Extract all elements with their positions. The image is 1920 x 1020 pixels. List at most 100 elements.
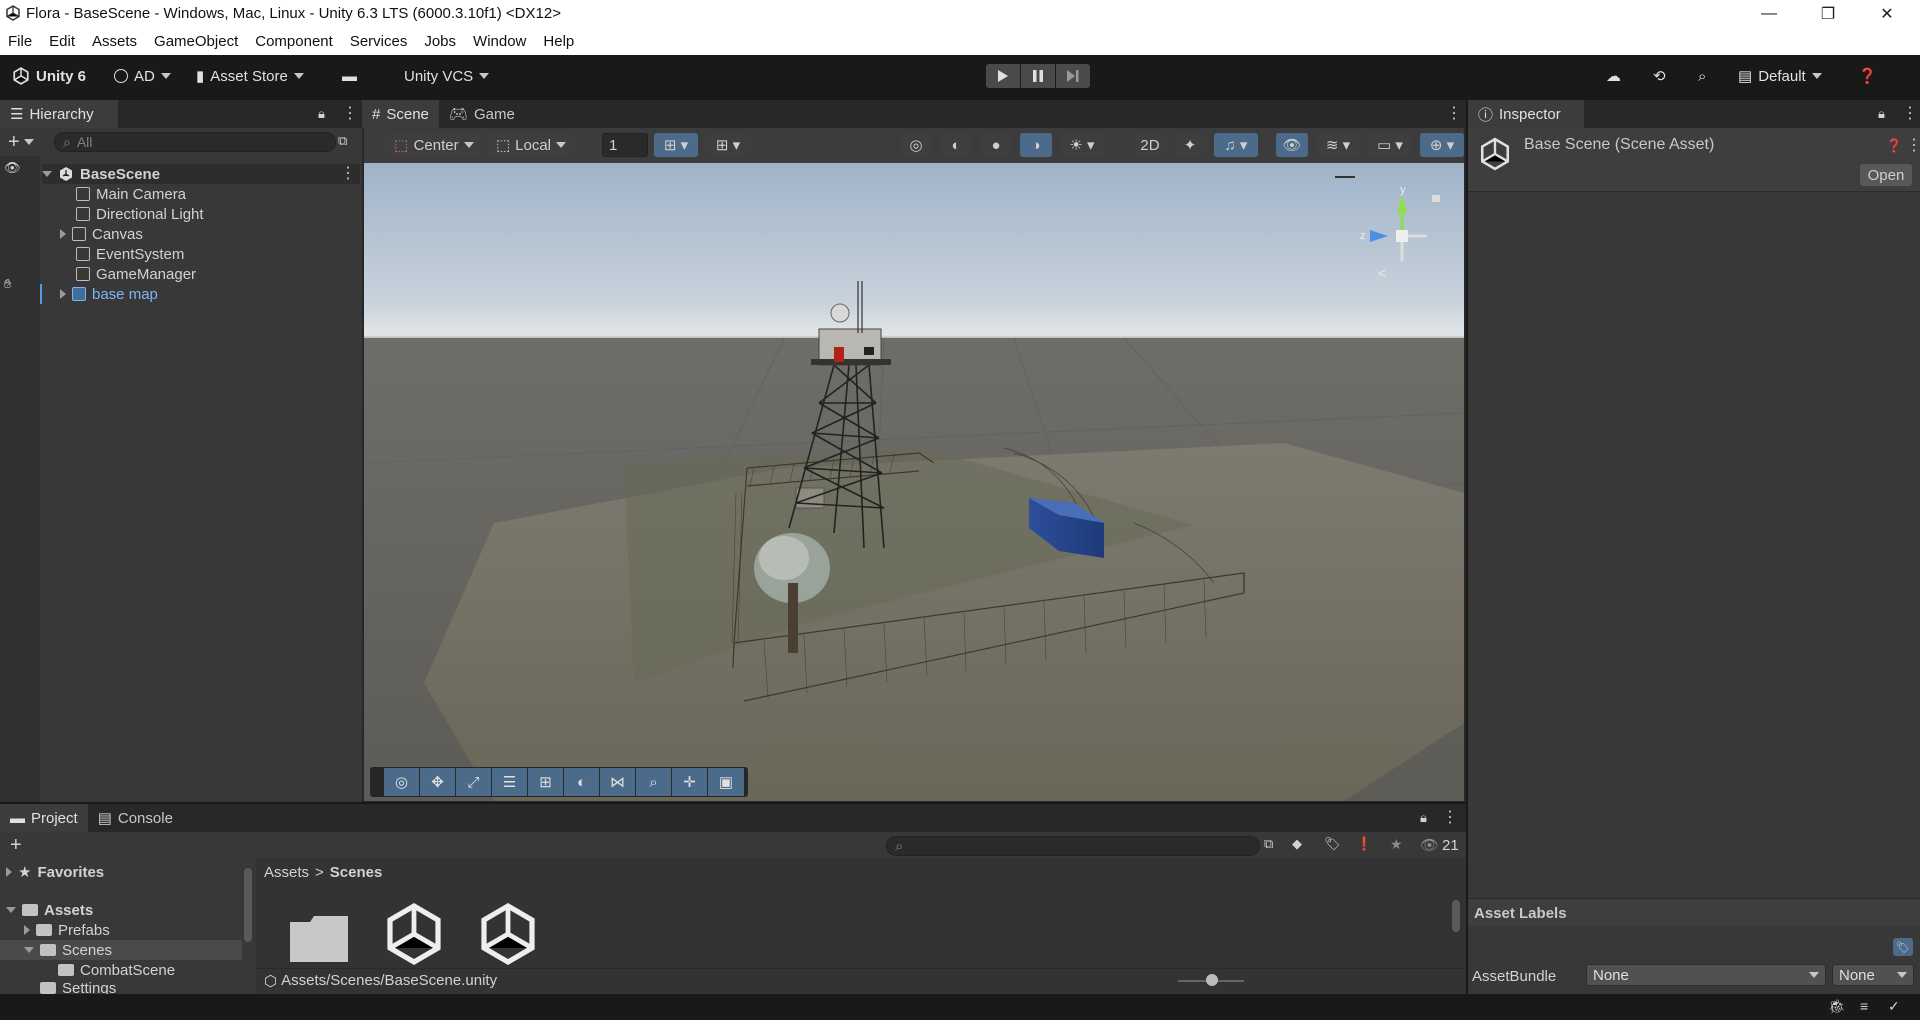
menu-gameobject[interactable]: GameObject (154, 33, 238, 50)
combatscene-folder-item[interactable]: CombatScene (58, 960, 175, 980)
tree-scrollbar[interactable] (244, 868, 252, 942)
prefabs-folder-item[interactable]: Prefabs (24, 920, 110, 940)
scenes-folder-item[interactable]: Scenes (0, 940, 242, 960)
hierarchy-item[interactable]: GameManager (76, 264, 196, 284)
pickable-icon[interactable]: ✋︎ (4, 276, 11, 292)
orientation-gizmo-icon[interactable]: y z < (1342, 181, 1452, 281)
hierarchy-search-input[interactable]: ⌕ All (54, 132, 336, 152)
grid-snap-button[interactable]: ⊞ ▾ (654, 133, 698, 157)
audio-toggle-button[interactable]: ♫ ▾ (1214, 133, 1258, 157)
icon-size-slider-thumb[interactable] (1206, 974, 1218, 986)
expand-arrow-icon[interactable] (42, 171, 52, 177)
check-icon[interactable]: ✓ (1888, 998, 1900, 1015)
more-options-icon[interactable]: ⋮ (1442, 810, 1458, 826)
create-button[interactable]: + (8, 130, 34, 154)
search-icon[interactable]: ⌕ (1692, 63, 1712, 89)
assetbundle-variant-dropdown[interactable]: None (1832, 964, 1914, 986)
label-tag-icon[interactable]: 🏷︎ (1893, 938, 1913, 956)
menu-file[interactable]: File (8, 33, 32, 50)
folder-asset-tile[interactable] (288, 914, 350, 964)
tab-project[interactable]: ▬ Project (0, 804, 88, 832)
camera-settings-dropdown[interactable]: ▭ ▾ (1368, 133, 1412, 157)
scale-tool-icon[interactable]: ⤢ (456, 768, 492, 796)
scene-more-icon[interactable]: ⋮ (1446, 106, 1462, 122)
more-options-icon[interactable]: ⋮ (342, 106, 358, 122)
rect-tool-icon[interactable]: ☰ (492, 768, 528, 796)
scene-asset-tile[interactable] (476, 902, 540, 966)
warning-icon[interactable]: ❗ (1356, 836, 1372, 852)
project-search-input[interactable]: ⌕ (886, 836, 1260, 856)
assets-folder-item[interactable]: Assets (6, 900, 93, 920)
debug-draw-button[interactable]: ☀ ▾ (1060, 133, 1104, 157)
tab-hierarchy[interactable]: ☰ Hierarchy (0, 100, 118, 128)
rotate-tool-icon[interactable]: ◐ (564, 768, 600, 796)
content-scrollbar[interactable] (1452, 900, 1460, 932)
close-button[interactable]: ✕ (1864, 0, 1910, 28)
tab-console[interactable]: ▤ Console (88, 804, 183, 832)
expand-arrow-icon[interactable] (60, 229, 66, 239)
help-icon[interactable]: ❓ (1852, 63, 1883, 89)
asset-store-dropdown[interactable]: ▮ Asset Store (190, 63, 310, 89)
move-tool-icon[interactable]: ✥ (420, 768, 456, 796)
eye-icon[interactable]: 👁︎ (4, 160, 21, 176)
lock-icon[interactable]: 🔒︎ (318, 106, 325, 122)
grid-toggle-button[interactable]: ⊞ ▾ (706, 133, 750, 157)
solid-sphere-icon[interactable]: ● (980, 133, 1012, 157)
pivot-dropdown[interactable]: ⬚ Center (386, 133, 482, 157)
expand-arrow-icon[interactable] (6, 907, 16, 913)
hierarchy-item[interactable]: EventSystem (76, 244, 184, 264)
expand-arrow-icon[interactable] (24, 947, 34, 953)
tab-scene[interactable]: # Scene (362, 100, 439, 128)
expand-arrow-icon[interactable] (6, 867, 12, 877)
space-dropdown[interactable]: ⬚ Local (488, 133, 574, 157)
inspector-menu-icon[interactable]: ⋮ (1906, 138, 1920, 154)
menu-help[interactable]: Help (543, 33, 574, 50)
hierarchy-item[interactable]: Canvas (60, 224, 143, 244)
breadcrumb-assets[interactable]: Assets (264, 864, 309, 881)
menu-edit[interactable]: Edit (49, 33, 75, 50)
step-button[interactable] (1056, 64, 1090, 88)
hierarchy-item[interactable]: Main Camera (76, 184, 186, 204)
scene-more-icon[interactable]: ⋮ (340, 166, 356, 182)
pause-button[interactable] (1021, 64, 1055, 88)
expand-arrow-icon[interactable] (60, 289, 66, 299)
lit-sphere-icon[interactable]: ◑ (1020, 133, 1052, 157)
restore-button[interactable]: ❐ (1805, 0, 1851, 28)
scene-viewport[interactable]: y z < ◎ ✥ ⤢ ☰ ⊞ ◐ ⋈ ⌕ ✛ ▣ (364, 163, 1464, 801)
gizmos-dropdown[interactable]: ⊕ ▾ (1420, 133, 1464, 157)
debug-icon[interactable]: 🐞︎ (1828, 998, 1846, 1015)
overlay-drag-handle-icon[interactable] (1335, 176, 1355, 178)
lighting-toggle-icon[interactable]: ✦ (1174, 133, 1206, 157)
menu-jobs[interactable]: Jobs (424, 33, 456, 50)
global-icon[interactable]: ◎ (900, 133, 932, 157)
menu-component[interactable]: Component (255, 33, 333, 50)
help-icon[interactable]: ❓ (1886, 138, 1902, 154)
more-options-icon[interactable]: ⋮ (1902, 106, 1918, 122)
search-by-type-icon[interactable]: ⧉ (1264, 836, 1273, 852)
pivot-tool-icon[interactable]: ✛ (672, 768, 708, 796)
menu-assets[interactable]: Assets (92, 33, 137, 50)
grid-tool-icon[interactable]: ⊞ (528, 768, 564, 796)
menu-services[interactable]: Services (350, 33, 408, 50)
hierarchy-item-prefab[interactable]: base map (60, 284, 158, 304)
assetbundle-dropdown[interactable]: None (1586, 964, 1826, 986)
open-button[interactable]: Open (1860, 164, 1912, 186)
breadcrumb-scenes[interactable]: Scenes (330, 864, 383, 881)
snap-value-input[interactable]: 1 (602, 133, 648, 157)
visibility-toggle-icon[interactable]: 👁︎ (1276, 133, 1308, 157)
unity-account-button[interactable]: Unity 6 (6, 63, 92, 89)
filter-label-icon[interactable]: 🏷︎ (1324, 836, 1341, 852)
expand-arrow-icon[interactable] (24, 925, 30, 935)
hierarchy-scene-root[interactable]: BaseScene ⋮ (42, 164, 360, 184)
filter-type-icon[interactable]: ◆ (1292, 836, 1302, 852)
tab-game[interactable]: 🎮︎ Game (439, 100, 525, 128)
shaded-sphere-icon[interactable]: ◐ (940, 133, 972, 157)
menu-window[interactable]: Window (473, 33, 526, 50)
layout-dropdown[interactable]: ▤ Default (1732, 63, 1828, 89)
lock-icon[interactable]: 🔒︎ (1420, 810, 1427, 826)
hierarchy-item[interactable]: Directional Light (76, 204, 204, 224)
history-icon[interactable]: ⟲ (1647, 63, 1672, 89)
favorite-star-icon[interactable]: ★ (1390, 836, 1403, 853)
tab-inspector[interactable]: ⓘ Inspector (1468, 100, 1584, 128)
zoom-tool-icon[interactable]: ⌕ (636, 768, 672, 796)
